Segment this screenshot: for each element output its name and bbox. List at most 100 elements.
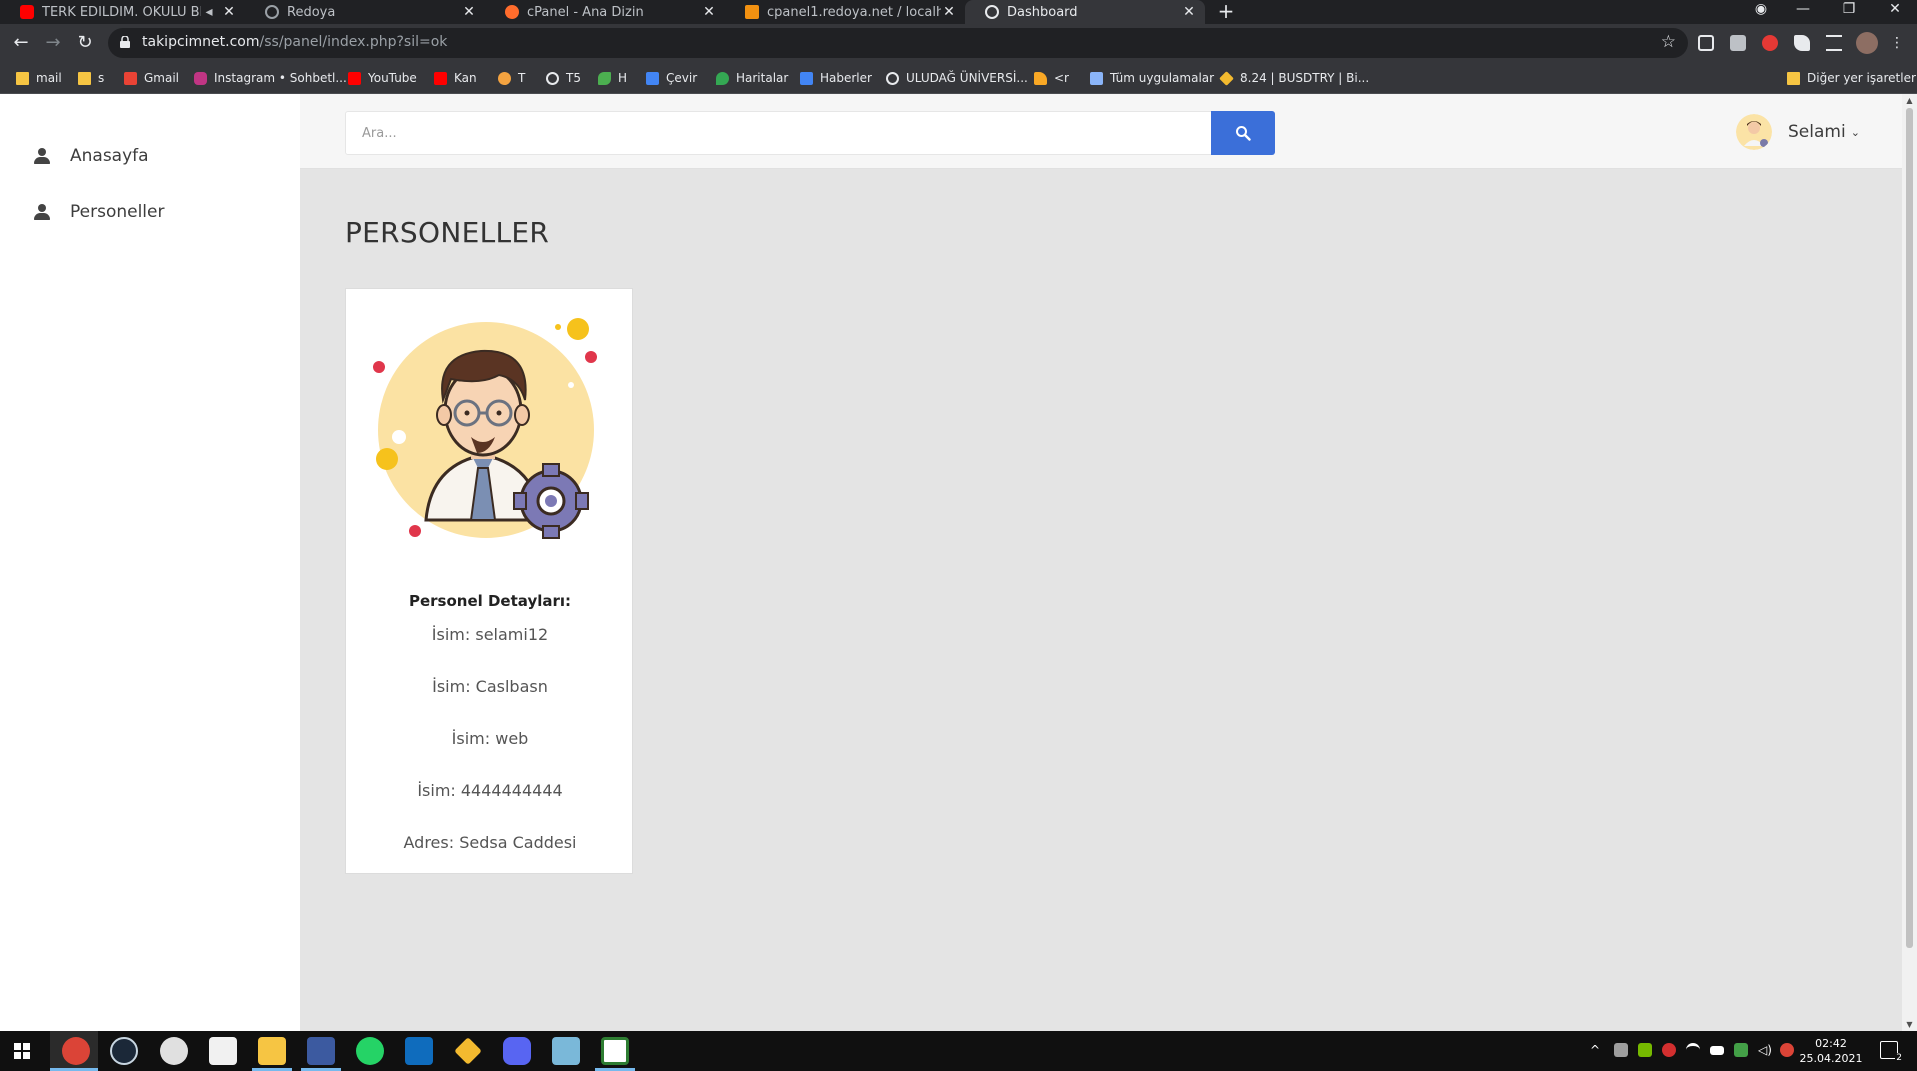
close-icon[interactable]: ✕ [701, 4, 717, 20]
wifi-icon[interactable] [1686, 1043, 1700, 1057]
close-window-button[interactable]: ✕ [1872, 0, 1917, 24]
minimize-button[interactable]: — [1780, 0, 1826, 24]
sidebar-item-personeller[interactable]: Personeller [34, 200, 164, 224]
close-icon[interactable]: ✕ [461, 4, 477, 20]
page-scrollbar[interactable]: ▲ ▼ [1902, 94, 1917, 1031]
bookmark-youtube[interactable]: YouTube [348, 70, 417, 86]
bookmark-label: Diğer yer işaretleri [1807, 71, 1917, 85]
sidebar: Anasayfa Personeller [0, 94, 300, 1031]
binance-icon [1219, 70, 1234, 86]
file-explorer-icon[interactable] [258, 1037, 286, 1065]
bookmark-t[interactable]: T [498, 70, 525, 86]
chrome-tray-icon[interactable] [1780, 1043, 1794, 1057]
tab-title: Redoya [287, 4, 336, 20]
bookmark-uludag[interactable]: ULUDAĞ ÜNİVERSİ... [886, 70, 1028, 86]
search-button[interactable] [1211, 111, 1275, 155]
bookmark-instagram[interactable]: Instagram • Sohbetl... [194, 70, 347, 86]
bookmark-haberler[interactable]: Haberler [800, 70, 872, 86]
security-icon[interactable] [1734, 1043, 1748, 1057]
page-viewport: Anasayfa Personeller Sel [0, 94, 1917, 1031]
phpmyadmin-icon [745, 5, 759, 19]
app-icon[interactable] [160, 1037, 188, 1065]
discord-icon[interactable] [503, 1037, 531, 1065]
bookmark-label: YouTube [368, 71, 417, 85]
search-input[interactable] [346, 112, 1212, 154]
chevron-up-icon[interactable]: ^ [1590, 1043, 1604, 1057]
scrollbar-thumb[interactable] [1906, 108, 1913, 948]
store-icon[interactable] [209, 1037, 237, 1065]
bookmark-s[interactable]: s [78, 70, 104, 86]
bookmark-gmail[interactable]: Gmail [124, 70, 179, 86]
speaker-icon[interactable]: ◂ [201, 4, 217, 20]
puzzle-icon[interactable] [1794, 35, 1810, 51]
bookmark-kan[interactable]: Kan [434, 70, 477, 86]
browser-tab-youtube[interactable]: TERK EDİLDİM. OKULU BIRAK ◂ ✕ [0, 0, 245, 24]
qr-icon[interactable] [1698, 35, 1714, 51]
detail-line: İsim: 4444444444 [417, 781, 563, 800]
notification-count: 2 [1895, 1053, 1903, 1063]
url-text: takipcimnet.com/ss/panel/index.php?sil=o… [142, 34, 447, 50]
bookmark-label: Gmail [144, 71, 180, 85]
battery-icon[interactable] [1710, 1046, 1724, 1055]
tray-red-icon[interactable] [1662, 1043, 1676, 1057]
detail-line: İsim: Caslbasn [432, 677, 548, 696]
close-icon[interactable]: ✕ [941, 4, 957, 20]
tab-search-icon[interactable]: ◉ [1738, 0, 1784, 24]
scroll-up-icon[interactable]: ▲ [1902, 96, 1917, 105]
outlook-icon[interactable] [405, 1037, 433, 1065]
adblock-icon[interactable] [1762, 35, 1778, 51]
bookmark-binance[interactable]: 8.24 | BUSDTRY | Bi... [1219, 70, 1369, 86]
user-menu[interactable]: Selami ⌄ [1736, 114, 1860, 150]
browser-tab-phpmyadmin[interactable]: cpanel1.redoya.net / localhost / t ✕ [725, 0, 965, 24]
address-bar[interactable]: takipcimnet.com/ss/panel/index.php?sil=o… [108, 28, 1688, 58]
scroll-down-icon[interactable]: ▼ [1902, 1020, 1917, 1029]
notes-icon[interactable] [552, 1037, 580, 1065]
windows-start-icon[interactable] [14, 1043, 30, 1059]
browser-tab-dashboard[interactable]: Dashboard ✕ [965, 0, 1205, 24]
bookmark-haritalar[interactable]: Haritalar [716, 70, 788, 86]
browser-tab-redoya[interactable]: Redoya ✕ [245, 0, 485, 24]
forward-arrow-icon[interactable]: → [42, 32, 64, 54]
bookmark-t5[interactable]: T5 [546, 70, 581, 86]
bookmark-r[interactable]: <r [1034, 70, 1069, 86]
notification-center-icon[interactable]: 2 [1880, 1041, 1903, 1063]
more-menu-icon[interactable]: ⋮ [1890, 35, 1904, 51]
close-icon[interactable]: ✕ [1181, 4, 1197, 20]
url-domain: takipcimnet.com [142, 34, 260, 50]
bookmark-label: Tüm uygulamalar [1110, 71, 1215, 85]
monitor-app-icon[interactable] [601, 1037, 629, 1065]
binance-icon[interactable] [454, 1037, 482, 1065]
network-app-icon[interactable] [307, 1037, 335, 1065]
sidebar-item-anasayfa[interactable]: Anasayfa [34, 144, 149, 168]
gmail-icon [124, 71, 137, 85]
tray-app-icon[interactable] [1614, 1043, 1628, 1057]
url-path: /ss/panel/index.php?sil=ok [259, 34, 448, 50]
extension-icon[interactable] [1730, 35, 1746, 51]
user-name: Selami [1788, 122, 1846, 142]
reload-icon[interactable]: ↻ [74, 32, 96, 54]
volume-icon[interactable]: ◁) [1758, 1043, 1772, 1057]
bookmark-all-apps[interactable]: Tüm uygulamalar [1090, 70, 1214, 86]
browser-tab-cpanel[interactable]: cPanel - Ana Dizin ✕ [485, 0, 725, 24]
close-icon[interactable]: ✕ [221, 4, 237, 20]
new-tab-button[interactable]: + [1216, 0, 1236, 24]
restore-button[interactable]: ❐ [1826, 0, 1872, 24]
back-arrow-icon[interactable]: ← [10, 32, 32, 54]
instagram-icon [194, 71, 207, 85]
cpanel-icon [505, 5, 519, 19]
bookmark-mail[interactable]: mail [16, 70, 62, 86]
bookmark-star-icon[interactable]: ☆ [1661, 32, 1676, 52]
clock-time: 02:42 [1815, 1037, 1847, 1050]
browser-toolbar: ← → ↻ takipcimnet.com/ss/panel/index.php… [0, 24, 1917, 62]
bookmark-h[interactable]: H [598, 70, 627, 86]
other-bookmarks[interactable]: Diğer yer işaretleri [1787, 70, 1917, 86]
chrome-icon[interactable] [62, 1037, 90, 1065]
bookmark-label: T [518, 71, 526, 85]
nvidia-icon[interactable] [1638, 1043, 1652, 1057]
steam-icon[interactable] [110, 1037, 138, 1065]
bookmark-cevir[interactable]: Çevir [646, 70, 697, 86]
system-clock[interactable]: 02:42 25.04.2021 [1798, 1036, 1864, 1066]
profile-avatar-icon[interactable] [1856, 32, 1878, 54]
whatsapp-icon[interactable] [356, 1037, 384, 1065]
reading-list-icon[interactable] [1826, 35, 1842, 51]
